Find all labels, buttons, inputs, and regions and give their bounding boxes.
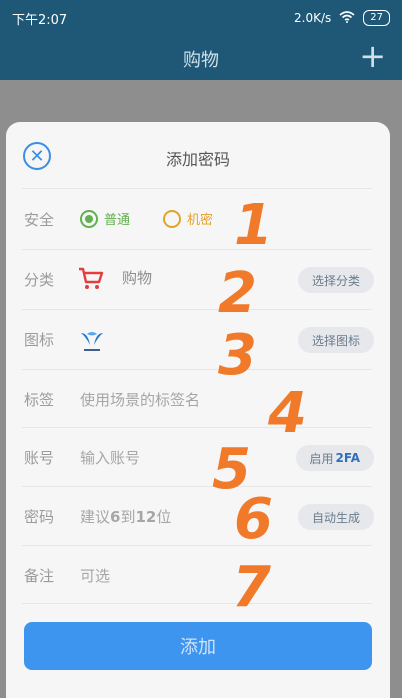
radio-unchecked-icon <box>163 209 181 228</box>
network-speed: 2.0K/s <box>294 11 332 25</box>
password-placeholder-prefix: 建议 <box>80 508 111 526</box>
radio-secret-label: 机密 <box>187 213 214 228</box>
category-row: 分类 购物 选择分类 <box>6 251 390 309</box>
tag-label: 标签 <box>24 391 55 409</box>
sheet-title: 添加密码 <box>165 150 230 169</box>
auto-generate-button[interactable]: 自动生成 <box>297 504 374 530</box>
divider <box>22 486 372 487</box>
battery-icon: 27 <box>363 10 390 26</box>
shopping-cart-icon <box>79 267 104 289</box>
enable-2fa-bold: 2FA <box>335 451 360 465</box>
icon-label: 图标 <box>24 331 55 349</box>
sheet-header: ✕ 添加密码 <box>6 122 390 188</box>
enable-2fa-button[interactable]: 启用 2FA <box>295 445 374 471</box>
divider <box>22 545 372 546</box>
divider <box>22 369 372 370</box>
wifi-icon <box>339 10 355 26</box>
password-placeholder-n2: 12 <box>135 508 157 526</box>
account-label: 账号 <box>24 449 55 467</box>
password-label: 密码 <box>24 508 55 526</box>
password-row: 密码 建议6到12位 自动生成 <box>6 488 390 546</box>
app-logo-icon <box>81 332 103 351</box>
category-value: 购物 <box>122 269 153 287</box>
radio-checked-icon <box>80 209 98 228</box>
tag-row: 标签 使用场景的标签名 <box>6 371 390 429</box>
divider <box>22 188 372 189</box>
radio-normal[interactable]: 普通 <box>80 209 130 228</box>
password-placeholder-mid: 到 <box>120 508 136 526</box>
account-row: 账号 输入账号 启用 2FA <box>6 429 390 487</box>
security-row: 安全 普通 机密 <box>6 191 390 249</box>
app-bar: 购物 + <box>0 36 402 80</box>
add-password-sheet: ✕ 添加密码 安全 普通 机密 分类 购物 选择分类 图标 选择图标 标签 使用… <box>6 122 390 698</box>
status-time: 下午2:07 <box>12 12 68 28</box>
account-input[interactable]: 输入账号 <box>80 447 140 468</box>
note-input[interactable]: 可选 <box>80 565 110 586</box>
radio-secret[interactable]: 机密 <box>163 209 213 228</box>
note-label: 备注 <box>24 567 55 585</box>
add-icon[interactable]: + <box>359 40 386 72</box>
select-icon-button[interactable]: 选择图标 <box>297 327 374 353</box>
divider <box>22 427 372 428</box>
divider <box>22 603 372 604</box>
security-label: 安全 <box>24 211 55 229</box>
enable-2fa-prefix: 启用 <box>309 451 334 466</box>
status-bar: 下午2:07 2.0K/s 27 <box>0 0 402 36</box>
note-row: 备注 可选 <box>6 547 390 605</box>
page-title: 购物 <box>183 50 219 71</box>
password-placeholder-suffix: 位 <box>156 508 172 526</box>
radio-normal-label: 普通 <box>104 213 131 228</box>
select-category-button[interactable]: 选择分类 <box>297 267 374 293</box>
divider <box>22 249 372 250</box>
submit-add-button[interactable]: 添加 <box>24 622 372 670</box>
icon-row: 图标 选择图标 <box>6 311 390 369</box>
category-label: 分类 <box>24 271 55 289</box>
status-right: 2.0K/s 27 <box>294 10 390 26</box>
tag-input[interactable]: 使用场景的标签名 <box>80 389 200 410</box>
password-placeholder-n1: 6 <box>110 508 121 526</box>
divider <box>22 309 372 310</box>
password-input[interactable]: 建议6到12位 <box>80 506 171 527</box>
